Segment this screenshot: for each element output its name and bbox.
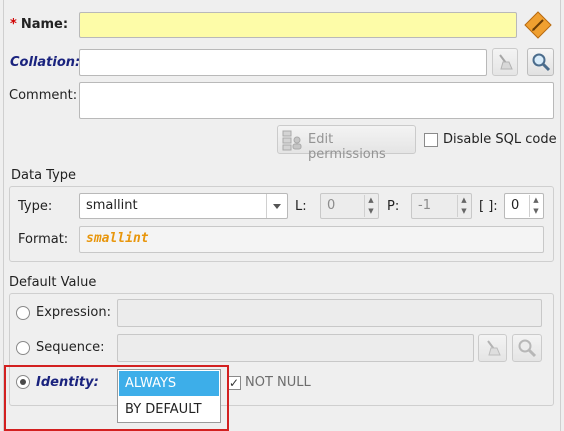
- diamond-edit-icon[interactable]: [524, 11, 552, 39]
- eraser-icon: [493, 49, 517, 75]
- sequence-clear-button[interactable]: [478, 334, 507, 362]
- comment-textarea[interactable]: [79, 82, 554, 119]
- collation-input[interactable]: [79, 49, 487, 76]
- type-label: Type:: [18, 199, 53, 214]
- format-label: Format:: [18, 232, 69, 247]
- chevron-down-icon[interactable]: [266, 194, 287, 218]
- expression-input[interactable]: [117, 299, 542, 327]
- edit-permissions-label: Edit permissions: [308, 132, 386, 162]
- identity-highlight-box: [4, 365, 229, 431]
- length-spinbox[interactable]: 0 ▲ ▼: [320, 193, 379, 219]
- not-null-label: NOT NULL: [245, 375, 311, 390]
- precision-spin-buttons[interactable]: ▲ ▼: [457, 195, 470, 217]
- right-border: [560, 0, 561, 431]
- format-display: smallint: [79, 226, 544, 253]
- permissions-icon: [281, 129, 303, 151]
- default-value-section-label: Default Value: [9, 275, 97, 290]
- collation-clear-button[interactable]: [492, 48, 518, 76]
- checkmark-icon: ✓: [228, 376, 240, 390]
- length-value: 0: [327, 198, 336, 213]
- length-spin-buttons[interactable]: ▲ ▼: [364, 195, 377, 217]
- sequence-label: Sequence:: [36, 340, 105, 355]
- format-value: smallint: [86, 231, 149, 246]
- precision-value: -1: [418, 198, 431, 213]
- dimension-spinbox[interactable]: 0 ▲ ▼: [504, 193, 544, 219]
- expression-radio[interactable]: [16, 306, 30, 320]
- edit-permissions-button[interactable]: Edit permissions: [277, 125, 416, 162]
- length-label: L:: [295, 199, 307, 214]
- type-combobox[interactable]: smallint: [79, 193, 288, 219]
- precision-spinbox[interactable]: -1 ▲ ▼: [411, 193, 472, 219]
- dimension-value: 0: [511, 198, 520, 213]
- name-input[interactable]: [79, 12, 517, 38]
- sequence-input[interactable]: [117, 334, 474, 362]
- expression-label: Expression:: [36, 305, 111, 320]
- sequence-search-button[interactable]: [512, 334, 542, 362]
- disable-sql-label: Disable SQL code: [443, 132, 557, 147]
- comment-label: Comment:: [9, 88, 78, 103]
- not-null-checkbox[interactable]: ✓: [227, 376, 241, 390]
- name-label: * Name:: [10, 17, 68, 32]
- collation-search-button[interactable]: [527, 48, 554, 76]
- disable-sql-checkbox[interactable]: [424, 133, 438, 147]
- data-type-section-label: Data Type: [11, 168, 77, 183]
- type-combobox-value: smallint: [86, 198, 138, 213]
- dimension-spin-buttons[interactable]: ▲ ▼: [529, 195, 542, 217]
- precision-label: P:: [387, 199, 400, 214]
- collation-label: Collation:: [10, 55, 81, 70]
- name-label-text: Name:: [20, 17, 69, 32]
- magnifier-icon: [513, 335, 541, 361]
- sequence-radio[interactable]: [16, 341, 30, 355]
- required-mark: *: [10, 17, 17, 32]
- magnifier-icon: [528, 49, 553, 75]
- eraser-icon: [479, 335, 506, 361]
- dimension-label: [ ]:: [479, 199, 498, 214]
